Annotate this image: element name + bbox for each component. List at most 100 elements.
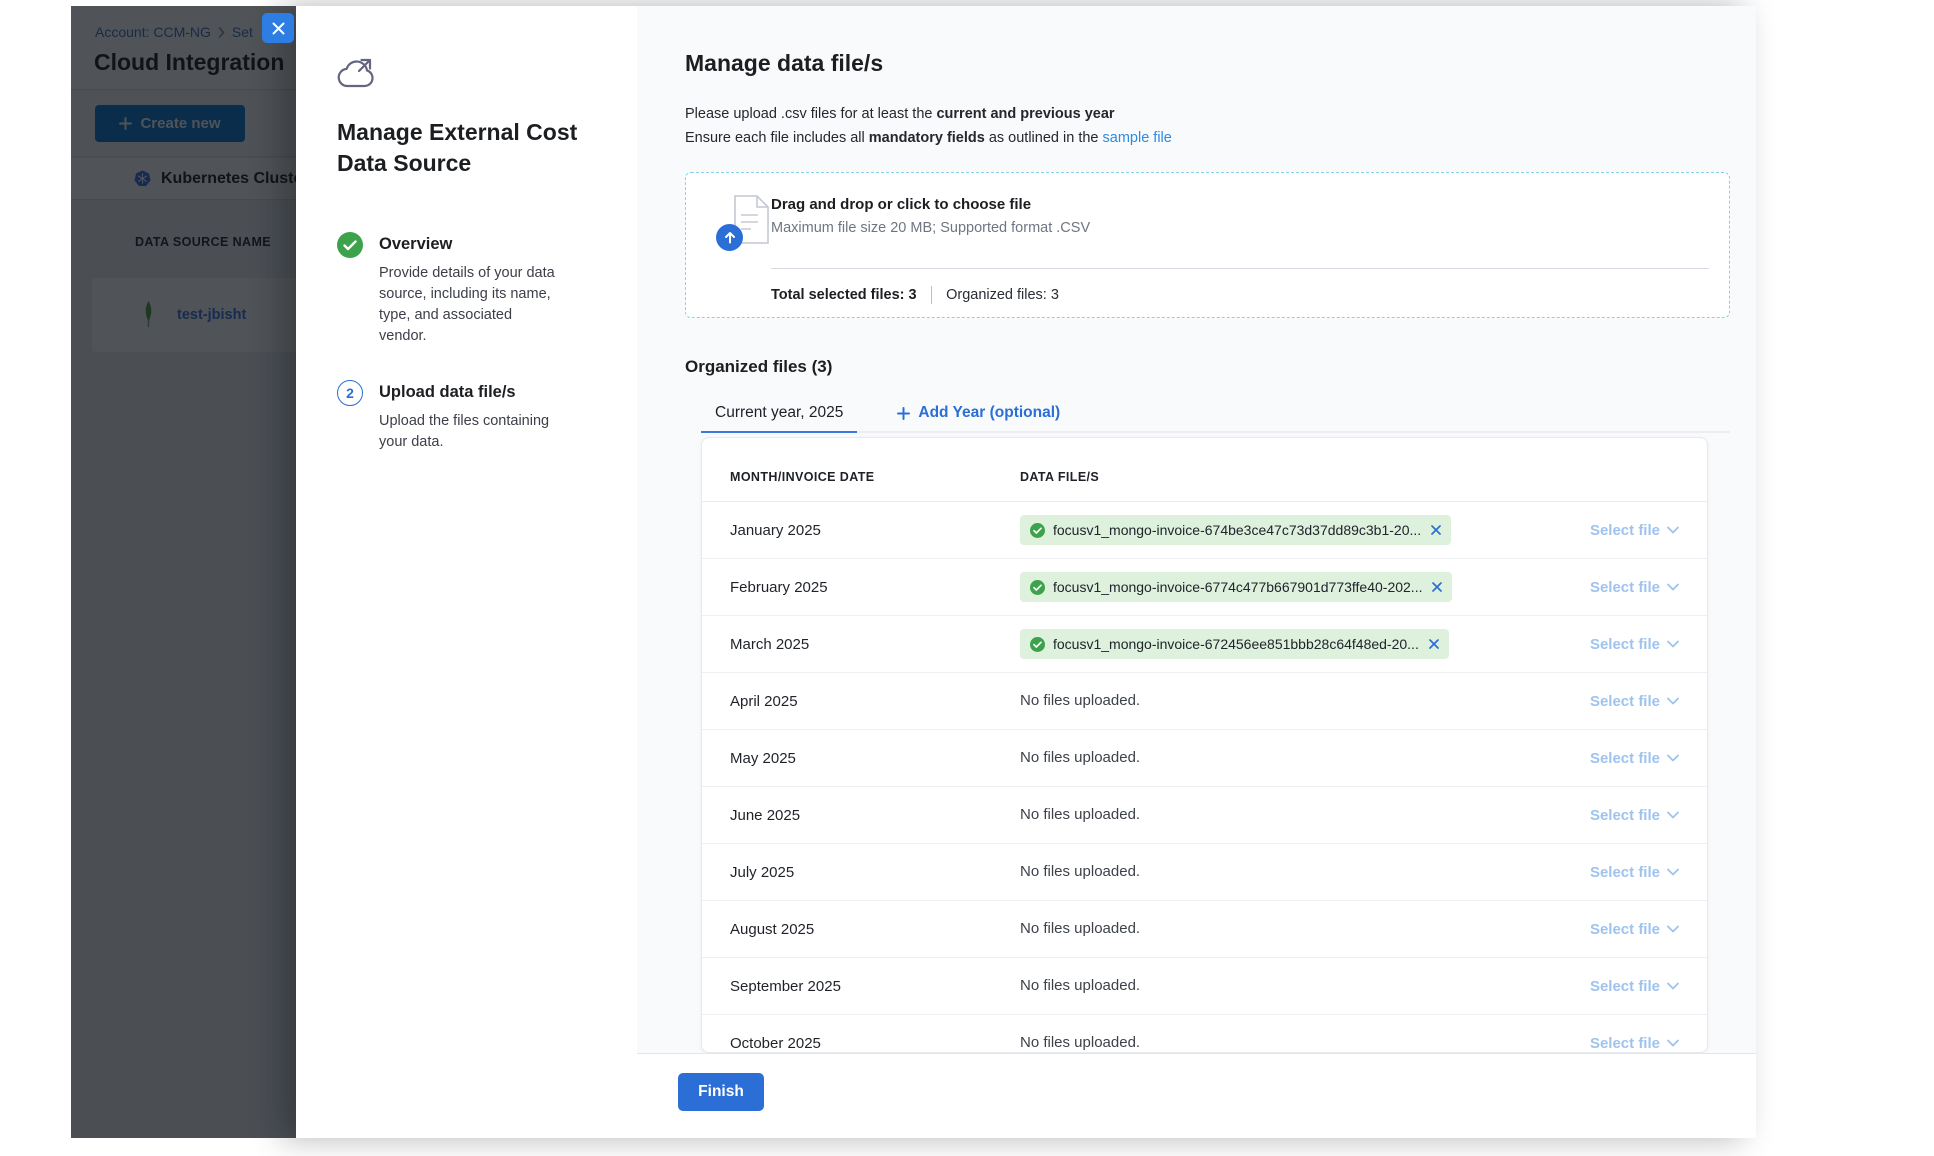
table-row: February 2025 focusv1_mongo-invoice-6774… [702, 559, 1707, 616]
file-chip: focusv1_mongo-invoice-672456ee851bbb28c6… [1020, 629, 1449, 659]
file-cell: focusv1_mongo-invoice-6774c477b667901d77… [1020, 572, 1529, 602]
remove-file-button[interactable] [1432, 582, 1442, 592]
organized-files-heading: Organized files (3) [685, 357, 832, 377]
check-circle-icon [1030, 523, 1045, 538]
month-cell: May 2025 [730, 750, 1020, 767]
total-selected-files: Total selected files: 3 [771, 287, 917, 303]
wizard-title: Manage External Cost Data Source [337, 117, 603, 179]
step-overview[interactable]: Overview Provide details of your data so… [337, 232, 603, 347]
select-file-dropdown[interactable]: Select file [1529, 921, 1679, 938]
no-files-text: No files uploaded. [1020, 1034, 1140, 1051]
background-page: Account: CCM-NG Set Cloud Integration Cr… [71, 6, 296, 1138]
file-cell: No files uploaded. [1020, 692, 1529, 710]
header-month-invoice-date: MONTH/INVOICE DATE [730, 470, 1020, 484]
select-file-label: Select file [1590, 636, 1660, 653]
select-file-label: Select file [1590, 522, 1660, 539]
table-row: June 2025 No files uploaded. Select file [702, 787, 1707, 844]
step-complete-badge [337, 232, 363, 258]
month-cell: February 2025 [730, 579, 1020, 596]
plus-icon [897, 407, 910, 420]
check-circle-icon [1030, 637, 1045, 652]
intro-bold: current and previous year [936, 106, 1114, 122]
chevron-down-icon [1667, 640, 1679, 648]
no-files-text: No files uploaded. [1020, 806, 1140, 823]
select-file-label: Select file [1590, 921, 1660, 938]
arrow-up-icon [724, 231, 736, 244]
panel-title: Manage data file/s [685, 50, 883, 77]
chevron-down-icon [1667, 697, 1679, 705]
table-row: April 2025 No files uploaded. Select fil… [702, 673, 1707, 730]
file-cell: No files uploaded. [1020, 806, 1529, 824]
month-cell: October 2025 [730, 1035, 1020, 1052]
month-cell: July 2025 [730, 864, 1020, 881]
select-file-dropdown[interactable]: Select file [1529, 864, 1679, 881]
add-year-button[interactable]: Add Year (optional) [883, 395, 1074, 431]
file-cell: No files uploaded. [1020, 977, 1529, 995]
remove-file-button[interactable] [1429, 639, 1439, 649]
chevron-down-icon [1667, 583, 1679, 591]
select-file-dropdown[interactable]: Select file [1529, 807, 1679, 824]
table-header-row: MONTH/INVOICE DATE DATA FILE/S [702, 438, 1707, 502]
file-cell: No files uploaded. [1020, 1034, 1529, 1052]
select-file-dropdown[interactable]: Select file [1529, 522, 1679, 539]
no-files-text: No files uploaded. [1020, 863, 1140, 880]
dropzone-subtitle: Maximum file size 20 MB; Supported forma… [771, 220, 1090, 236]
select-file-label: Select file [1590, 579, 1660, 596]
dropzone-divider [771, 268, 1709, 269]
table-row: May 2025 No files uploaded. Select file [702, 730, 1707, 787]
chevron-down-icon [1667, 925, 1679, 933]
select-file-label: Select file [1590, 750, 1660, 767]
month-cell: September 2025 [730, 978, 1020, 995]
table-row: September 2025 No files uploaded. Select… [702, 958, 1707, 1015]
chevron-down-icon [1667, 526, 1679, 534]
file-chip-label: focusv1_mongo-invoice-6774c477b667901d77… [1053, 579, 1422, 595]
no-files-text: No files uploaded. [1020, 692, 1140, 709]
add-year-label: Add Year (optional) [918, 404, 1060, 422]
select-file-label: Select file [1590, 807, 1660, 824]
month-cell: January 2025 [730, 522, 1020, 539]
modal-dim-overlay [71, 6, 296, 1138]
close-icon [1429, 639, 1439, 649]
select-file-dropdown[interactable]: Select file [1529, 693, 1679, 710]
select-file-label: Select file [1590, 978, 1660, 995]
intro-text: Ensure each file includes all [685, 130, 869, 146]
intro-text: Please upload .csv files for at least th… [685, 106, 936, 122]
step-upload-data-files[interactable]: 2 Upload data file/s Upload the files co… [337, 380, 603, 453]
close-button[interactable] [262, 13, 294, 43]
upload-file-icon [716, 195, 770, 251]
file-chip: focusv1_mongo-invoice-6774c477b667901d77… [1020, 572, 1452, 602]
dropzone-stats: Total selected files: 3 Organized files:… [771, 282, 1059, 308]
chevron-down-icon [1667, 811, 1679, 819]
select-file-dropdown[interactable]: Select file [1529, 579, 1679, 596]
table-row: August 2025 No files uploaded. Select fi… [702, 901, 1707, 958]
chevron-down-icon [1667, 754, 1679, 762]
select-file-dropdown[interactable]: Select file [1529, 636, 1679, 653]
tab-current-year[interactable]: Current year, 2025 [701, 395, 857, 433]
manage-data-source-drawer: Manage External Cost Data Source Overvie… [296, 6, 1756, 1138]
select-file-dropdown[interactable]: Select file [1529, 750, 1679, 767]
select-file-label: Select file [1590, 1035, 1660, 1052]
no-files-text: No files uploaded. [1020, 920, 1140, 937]
monthly-files-card: MONTH/INVOICE DATE DATA FILE/S January 2… [701, 437, 1708, 1053]
external-cloud-icon [337, 55, 377, 93]
table-row: March 2025 focusv1_mongo-invoice-672456e… [702, 616, 1707, 673]
header-data-files: DATA FILE/S [1020, 470, 1529, 484]
file-cell: No files uploaded. [1020, 920, 1529, 938]
file-cell: No files uploaded. [1020, 749, 1529, 767]
sample-file-link[interactable]: sample file [1103, 130, 1172, 146]
remove-file-button[interactable] [1431, 525, 1441, 535]
check-circle-icon [1030, 580, 1045, 595]
select-file-label: Select file [1590, 864, 1660, 881]
month-cell: June 2025 [730, 807, 1020, 824]
no-files-text: No files uploaded. [1020, 977, 1140, 994]
close-icon [1431, 525, 1441, 535]
upload-arrow-bubble [716, 224, 743, 251]
file-dropzone[interactable]: Drag and drop or click to choose file Ma… [685, 172, 1730, 318]
select-file-dropdown[interactable]: Select file [1529, 1035, 1679, 1052]
file-chip: focusv1_mongo-invoice-674be3ce47c73d37dd… [1020, 515, 1451, 545]
table-row: January 2025 focusv1_mongo-invoice-674be… [702, 502, 1707, 559]
finish-button[interactable]: Finish [678, 1073, 764, 1111]
select-file-dropdown[interactable]: Select file [1529, 978, 1679, 995]
intro-text: as outlined in the [985, 130, 1103, 146]
check-icon [343, 240, 357, 251]
